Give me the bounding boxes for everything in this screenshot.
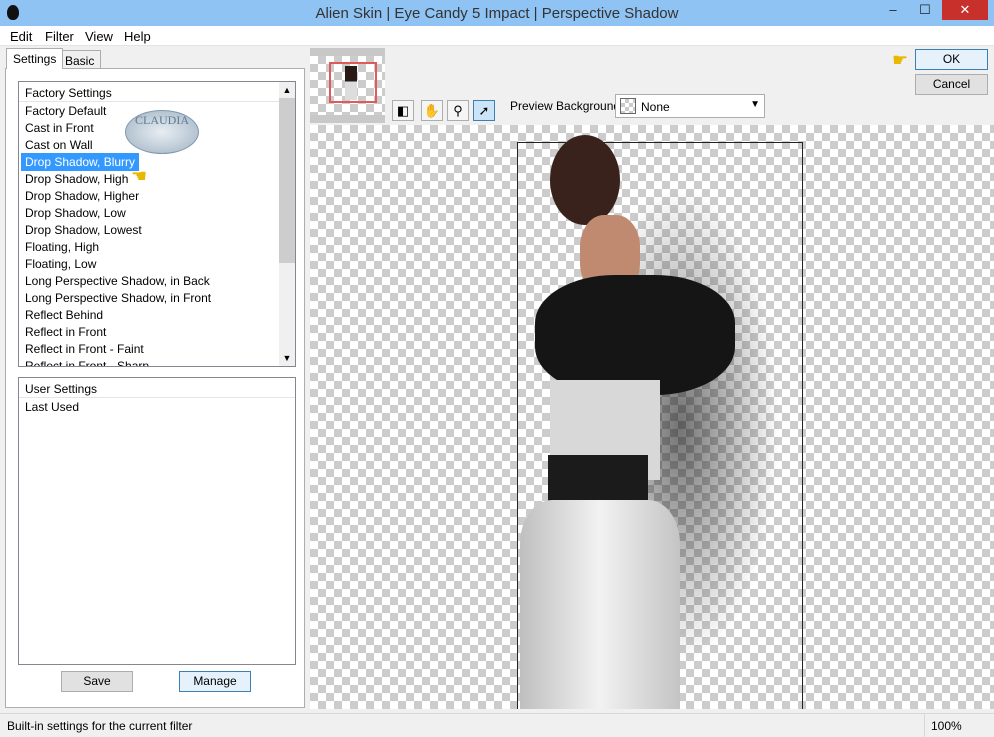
factory-settings-list[interactable]: Factory Settings Factory Default Cast in …: [18, 81, 296, 367]
close-button[interactable]: ✕: [942, 0, 988, 20]
preview-canvas[interactable]: [310, 125, 994, 709]
pointer-tool-icon[interactable]: ➚: [473, 100, 495, 121]
list-item[interactable]: Long Perspective Shadow, in Front: [19, 289, 295, 306]
list-item[interactable]: Drop Shadow, Low: [19, 204, 295, 221]
list-item[interactable]: Reflect Behind: [19, 306, 295, 323]
menu-help[interactable]: Help: [124, 29, 151, 44]
ok-button[interactable]: OK: [915, 49, 988, 70]
list-item[interactable]: Reflect in Front - Sharp: [19, 357, 295, 366]
factory-scrollbar[interactable]: ▲ ▼: [279, 82, 295, 366]
tab-basic[interactable]: Basic: [58, 50, 102, 70]
chevron-down-icon: ▼: [750, 99, 760, 110]
menu-bar: Edit Filter View Help: [0, 26, 994, 46]
zoom-tool-icon[interactable]: ⚲: [447, 100, 469, 121]
maximize-button[interactable]: ☐: [910, 0, 940, 20]
list-item[interactable]: Drop Shadow, Higher: [19, 187, 295, 204]
list-item[interactable]: Last Used: [19, 398, 295, 415]
status-bar: Built-in settings for the current filter…: [0, 713, 994, 737]
model-belt: [548, 455, 648, 505]
tab-settings[interactable]: Settings: [6, 48, 64, 69]
claudia-watermark-logo: CLAUDIA: [125, 110, 199, 154]
checker-swatch-icon: [620, 98, 636, 114]
scroll-up-icon[interactable]: ▲: [279, 82, 295, 98]
preview-background-value: None: [641, 100, 670, 114]
list-item[interactable]: Drop Shadow, Blurry: [19, 153, 295, 171]
pointing-hand-icon: ☛: [892, 50, 909, 70]
list-item[interactable]: Reflect in Front - Faint: [19, 340, 295, 357]
model-collar: [535, 275, 735, 395]
window-title: Alien Skin | Eye Candy 5 Impact | Perspe…: [315, 5, 679, 22]
menu-filter[interactable]: Filter: [45, 29, 74, 44]
navigator-thumbnail[interactable]: [310, 48, 385, 123]
cancel-button[interactable]: Cancel: [915, 74, 988, 95]
manage-button[interactable]: Manage: [179, 671, 251, 692]
preview-toggle-icon[interactable]: ◧: [392, 100, 414, 121]
hand-tool-icon[interactable]: ✋: [421, 100, 443, 121]
preview-background-select[interactable]: None ▼: [615, 94, 765, 118]
factory-settings-header: Factory Settings: [19, 82, 295, 102]
list-item[interactable]: Floating, High: [19, 238, 295, 255]
preview-background-label: Preview Background:: [510, 99, 624, 113]
list-item[interactable]: Drop Shadow, High: [19, 170, 295, 187]
save-button[interactable]: Save: [61, 671, 133, 692]
list-item[interactable]: Reflect in Front: [19, 323, 295, 340]
view-rect[interactable]: [329, 62, 377, 103]
scroll-thumb[interactable]: [279, 98, 295, 263]
pointing-hand-icon: ☚: [131, 166, 148, 186]
menu-edit[interactable]: Edit: [10, 29, 32, 44]
list-item[interactable]: Long Perspective Shadow, in Back: [19, 272, 295, 289]
model-hair: [550, 135, 620, 225]
list-item[interactable]: Floating, Low: [19, 255, 295, 272]
menu-view[interactable]: View: [85, 29, 113, 44]
scroll-down-icon[interactable]: ▼: [279, 350, 295, 366]
status-text: Built-in settings for the current filter: [7, 719, 193, 733]
user-settings-list[interactable]: User Settings Last Used: [18, 377, 296, 665]
selected-item-label: Drop Shadow, Blurry: [21, 153, 140, 171]
settings-panel: Factory Settings Factory Default Cast in …: [5, 68, 305, 708]
title-bar: Alien Skin | Eye Candy 5 Impact | Perspe…: [0, 0, 994, 26]
user-settings-header: User Settings: [19, 378, 295, 398]
zoom-level: 100%: [924, 714, 968, 737]
list-item[interactable]: Drop Shadow, Lowest: [19, 221, 295, 238]
model-skirt: [520, 500, 680, 709]
minimize-button[interactable]: –: [878, 0, 908, 20]
